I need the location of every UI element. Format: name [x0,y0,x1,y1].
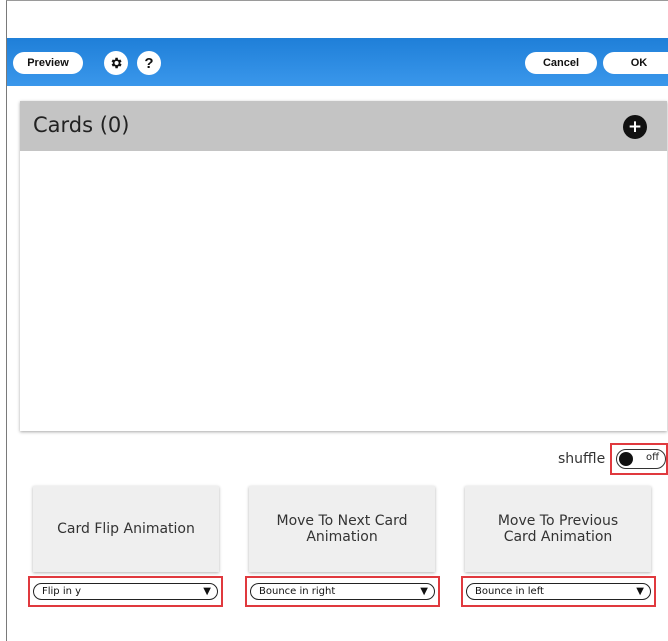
previous-card-animation-title: Move To Previous Card Animation [497,513,619,545]
help-icon: ? [144,54,154,72]
card-flip-animation-select[interactable]: Flip in y ▼ [33,583,218,600]
cards-title: Cards (0) [33,113,130,137]
flip-select-highlight: Flip in y ▼ [28,576,223,607]
caret-down-icon: ▼ [203,586,211,597]
toggle-knob [619,451,633,466]
previous-select-highlight: Bounce in left ▼ [461,576,656,607]
add-card-button[interactable]: + [623,115,647,139]
next-card-animation-card: Move To Next Card Animation [249,486,435,572]
shuffle-toggle[interactable]: off [616,449,666,469]
card-flip-animation-card: Card Flip Animation [33,486,219,572]
plus-icon: + [627,116,643,137]
caret-down-icon: ▼ [420,586,428,597]
card-flip-animation-title: Card Flip Animation [57,521,195,537]
next-select-highlight: Bounce in right ▼ [245,576,440,607]
cancel-button[interactable]: Cancel [525,52,597,74]
next-card-animation-title: Move To Next Card Animation [276,513,408,545]
previous-card-animation-card: Move To Previous Card Animation [465,486,651,572]
next-card-animation-select[interactable]: Bounce in right ▼ [250,583,435,600]
shuffle-state: off [645,452,659,463]
help-button[interactable]: ? [137,51,161,75]
previous-card-animation-select[interactable]: Bounce in left ▼ [466,583,651,600]
ok-button[interactable]: OK [603,52,668,74]
caret-down-icon: ▼ [636,586,644,597]
cards-list-area [20,151,667,431]
shuffle-label: shuffle [558,451,606,467]
gear-icon [111,57,122,69]
ok-button-label: OK [630,57,648,69]
cards-header: Cards (0) + [20,101,667,151]
select-value: Flip in y [42,586,82,597]
select-value: Bounce in left [475,586,544,597]
settings-button[interactable] [104,51,128,75]
select-value: Bounce in right [259,586,336,597]
preview-button-label: Preview [27,57,69,69]
cancel-button-label: Cancel [542,57,580,69]
shuffle-highlight: off [610,443,668,475]
preview-button[interactable]: Preview [13,52,83,74]
top-toolbar: Preview ? Cancel OK [7,38,668,86]
cards-panel: Cards (0) + [20,101,667,431]
